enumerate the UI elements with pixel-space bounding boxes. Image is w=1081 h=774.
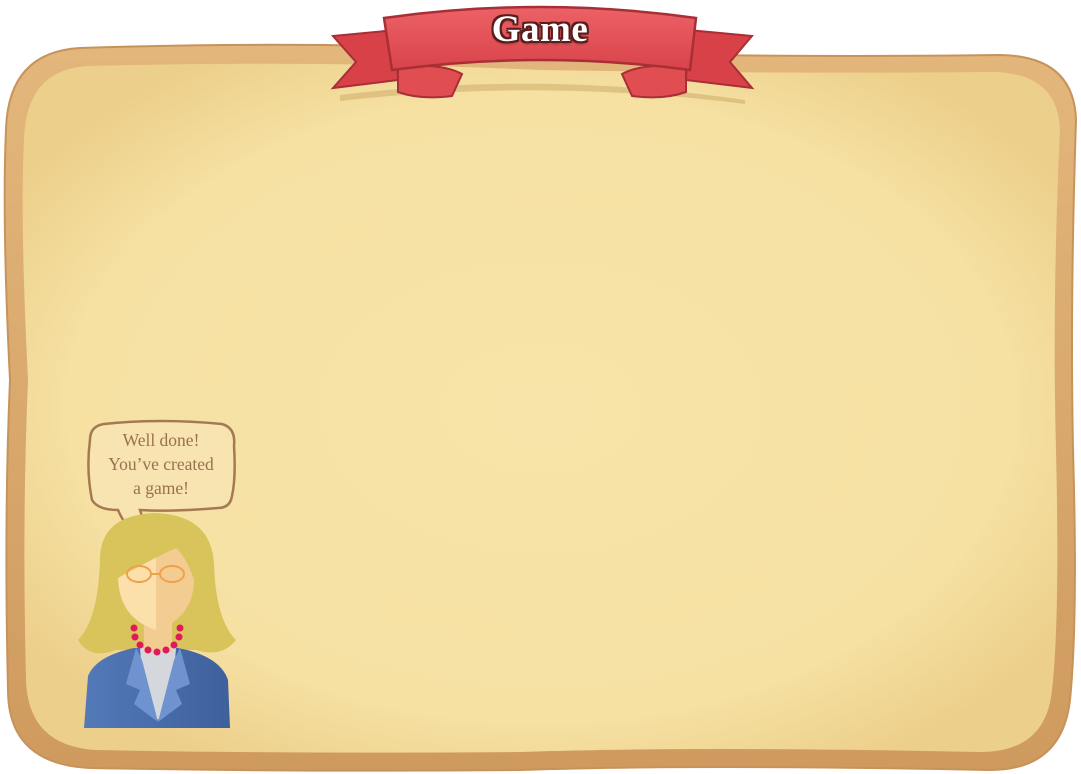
speech-text: Well done! You’ve created a game! [90,428,232,500]
game-screen: Game Well done! You’ve created a game! [0,0,1081,774]
speech-line: You’ve created [108,454,214,474]
parchment-board [3,5,1078,772]
ribbon-right-fold [620,65,687,99]
speech-line: Well done! [122,430,200,450]
speech-line: a game! [133,478,189,498]
game-title: Game [491,9,589,50]
ribbon-left-fold [397,65,464,99]
